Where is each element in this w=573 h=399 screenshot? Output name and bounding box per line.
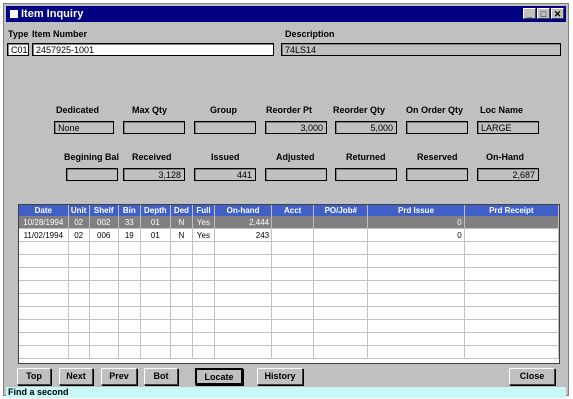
reorder-pt-label: Reorder Pt <box>266 105 313 115</box>
returned-label: Returned <box>346 152 386 162</box>
adjusted-field <box>265 168 327 181</box>
cell-shelf: 002 <box>89 216 119 229</box>
locate-button[interactable]: Locate <box>195 368 243 385</box>
cell-full: Yes <box>192 216 215 229</box>
col-header-ded[interactable]: Ded <box>170 205 193 216</box>
cell-on-hand: 2,444 <box>214 216 273 229</box>
group-label: Group <box>210 105 237 115</box>
close-window-button[interactable]: ✕ <box>551 8 564 19</box>
table-row[interactable]: 11/02/1994 02 006 19 01 N Yes 243 0 <box>19 228 559 242</box>
returned-field <box>335 168 397 181</box>
empty-row <box>19 280 559 294</box>
item-number-field[interactable]: 2457925-1001 <box>32 43 274 56</box>
col-header-prd-receipt[interactable]: Prd Receipt <box>464 205 559 216</box>
dedicated-field: None <box>54 121 114 134</box>
history-button[interactable]: History <box>257 368 303 385</box>
empty-row <box>19 332 559 346</box>
top-button[interactable]: Top <box>17 368 51 385</box>
window-title: Item Inquiry <box>21 8 84 20</box>
max-qty-label: Max Qty <box>132 105 168 115</box>
on-order-qty-label: On Order Qty <box>406 105 464 115</box>
issued-field: 441 <box>194 168 256 181</box>
col-header-po-job[interactable]: PO/Job# <box>313 205 369 216</box>
cell-depth: 01 <box>140 216 171 229</box>
prev-button[interactable]: Prev <box>101 368 137 385</box>
cell-acct <box>271 216 315 229</box>
col-header-on-hand[interactable]: On-hand <box>214 205 273 216</box>
reorder-qty-field: 5,000 <box>335 121 397 134</box>
reserved-field <box>406 168 468 181</box>
empty-row <box>19 306 559 320</box>
adjusted-label: Adjusted <box>276 152 315 162</box>
cell-shelf: 006 <box>89 228 119 242</box>
dedicated-label: Dedicated <box>56 105 100 115</box>
max-qty-field <box>123 121 185 134</box>
cell-ded: N <box>170 228 193 242</box>
item-number-label: Item Number <box>32 29 88 39</box>
description-label: Description <box>285 29 335 39</box>
empty-row <box>19 293 559 307</box>
begining-bal-field <box>66 168 118 181</box>
status-bar: Find a second <box>6 387 566 398</box>
cell-prd-issue: 0 <box>367 216 465 229</box>
on-order-qty-field <box>406 121 468 134</box>
grid-header-row: Date Unit Shelf Bin Depth Ded Full On-ha… <box>19 205 559 216</box>
inventory-grid[interactable]: Date Unit Shelf Bin Depth Ded Full On-ha… <box>18 204 560 364</box>
group-field <box>194 121 256 134</box>
loc-name-field: LARGE <box>477 121 539 134</box>
empty-row <box>19 319 559 333</box>
empty-row <box>19 267 559 281</box>
table-row[interactable]: 10/28/1994 02 002 33 01 N Yes 2,444 0 <box>19 216 559 229</box>
received-field: 3,128 <box>123 168 185 181</box>
next-button[interactable]: Next <box>59 368 93 385</box>
minimize-button[interactable]: _ <box>523 8 536 19</box>
cell-po-job <box>313 228 369 242</box>
col-header-depth[interactable]: Depth <box>140 205 171 216</box>
cell-prd-issue: 0 <box>367 228 465 242</box>
description-field: 74LS14 <box>281 43 561 56</box>
item-inquiry-window: Item Inquiry _ □ ✕ Type Item Number Desc… <box>3 3 569 398</box>
cell-on-hand: 243 <box>214 228 273 242</box>
cell-date: 11/02/1994 <box>19 228 69 242</box>
cell-po-job <box>313 216 369 229</box>
empty-row <box>19 241 559 255</box>
begining-bal-label: Begining Bal <box>64 152 120 162</box>
empty-row <box>19 345 559 359</box>
cell-prd-receipt <box>464 228 559 242</box>
issued-label: Issued <box>211 152 240 162</box>
col-header-full[interactable]: Full <box>192 205 215 216</box>
col-header-date[interactable]: Date <box>19 205 69 216</box>
on-hand-field: 2,687 <box>477 168 539 181</box>
type-field[interactable]: C01 <box>7 43 29 56</box>
col-header-bin[interactable]: Bin <box>118 205 141 216</box>
reorder-pt-field: 3,000 <box>265 121 327 134</box>
cell-unit: 02 <box>68 228 90 242</box>
cell-acct <box>271 228 315 242</box>
close-button[interactable]: Close <box>509 368 555 385</box>
app-icon <box>10 10 18 18</box>
cell-date: 10/28/1994 <box>19 216 69 229</box>
loc-name-label: Loc Name <box>480 105 524 115</box>
col-header-unit[interactable]: Unit <box>68 205 90 216</box>
cell-full: Yes <box>192 228 215 242</box>
received-label: Received <box>132 152 172 162</box>
col-header-acct[interactable]: Acct <box>271 205 315 216</box>
on-hand-label: On-Hand <box>486 152 524 162</box>
col-header-prd-issue[interactable]: Prd Issue <box>367 205 465 216</box>
bot-button[interactable]: Bot <box>144 368 178 385</box>
type-label: Type <box>8 29 29 39</box>
cell-depth: 01 <box>140 228 171 242</box>
cell-bin: 19 <box>118 228 141 242</box>
reserved-label: Reserved <box>417 152 458 162</box>
reorder-qty-label: Reorder Qty <box>333 105 386 115</box>
cell-bin: 33 <box>118 216 141 229</box>
maximize-button[interactable]: □ <box>537 8 550 19</box>
title-bar: Item Inquiry _ □ ✕ <box>6 6 566 22</box>
cell-unit: 02 <box>68 216 90 229</box>
col-header-shelf[interactable]: Shelf <box>89 205 119 216</box>
cell-prd-receipt <box>464 216 559 229</box>
empty-row <box>19 254 559 268</box>
cell-ded: N <box>170 216 193 229</box>
